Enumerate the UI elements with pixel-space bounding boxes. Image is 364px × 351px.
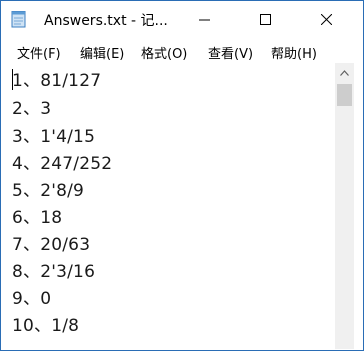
menu-file[interactable]: 文件(F) bbox=[17, 43, 61, 62]
text-line: 4、247/252 bbox=[12, 154, 113, 174]
text-line: 1、81/127 bbox=[12, 71, 102, 91]
chevron-up-icon bbox=[340, 69, 349, 76]
text-line: 6、18 bbox=[12, 208, 63, 228]
notepad-icon bbox=[11, 10, 27, 28]
menu-edit[interactable]: 编辑(E) bbox=[80, 43, 124, 62]
maximize-icon bbox=[259, 13, 271, 25]
text-line: 5、2'8/9 bbox=[12, 181, 85, 201]
text-line: 9、0 bbox=[12, 289, 52, 309]
maximize-button[interactable] bbox=[242, 1, 288, 37]
menu-bar: 文件(F) 编辑(E) 格式(O) 查看(V) 帮助(H) bbox=[1, 38, 363, 62]
text-editor-area[interactable]: 1、81/127 2、3 3、1'4/15 4、247/252 5、2'8/9 … bbox=[1, 63, 335, 349]
window-title: Answers.txt - 记... bbox=[44, 13, 168, 29]
vertical-scrollbar[interactable] bbox=[335, 63, 354, 349]
minimize-icon bbox=[198, 19, 210, 20]
menu-view[interactable]: 查看(V) bbox=[208, 43, 253, 62]
notepad-window: Answers.txt - 记... 文件(F) 编辑(E) 格式(O) 查看(… bbox=[0, 0, 364, 351]
text-line: 8、2'3/16 bbox=[12, 262, 96, 282]
text-line: 7、20/63 bbox=[12, 235, 91, 255]
text-line: 10、1/8 bbox=[12, 316, 80, 336]
title-bar[interactable]: Answers.txt - 记... bbox=[1, 1, 363, 38]
text-line: 2、3 bbox=[12, 99, 52, 119]
menu-help[interactable]: 帮助(H) bbox=[271, 43, 317, 62]
text-line: 3、1'4/15 bbox=[12, 127, 96, 147]
scroll-up-button[interactable] bbox=[335, 63, 354, 82]
minimize-button[interactable] bbox=[181, 1, 227, 37]
close-button[interactable] bbox=[303, 1, 349, 37]
menu-format[interactable]: 格式(O) bbox=[141, 43, 187, 62]
scrollbar-thumb[interactable] bbox=[337, 84, 352, 106]
close-icon bbox=[320, 13, 332, 25]
